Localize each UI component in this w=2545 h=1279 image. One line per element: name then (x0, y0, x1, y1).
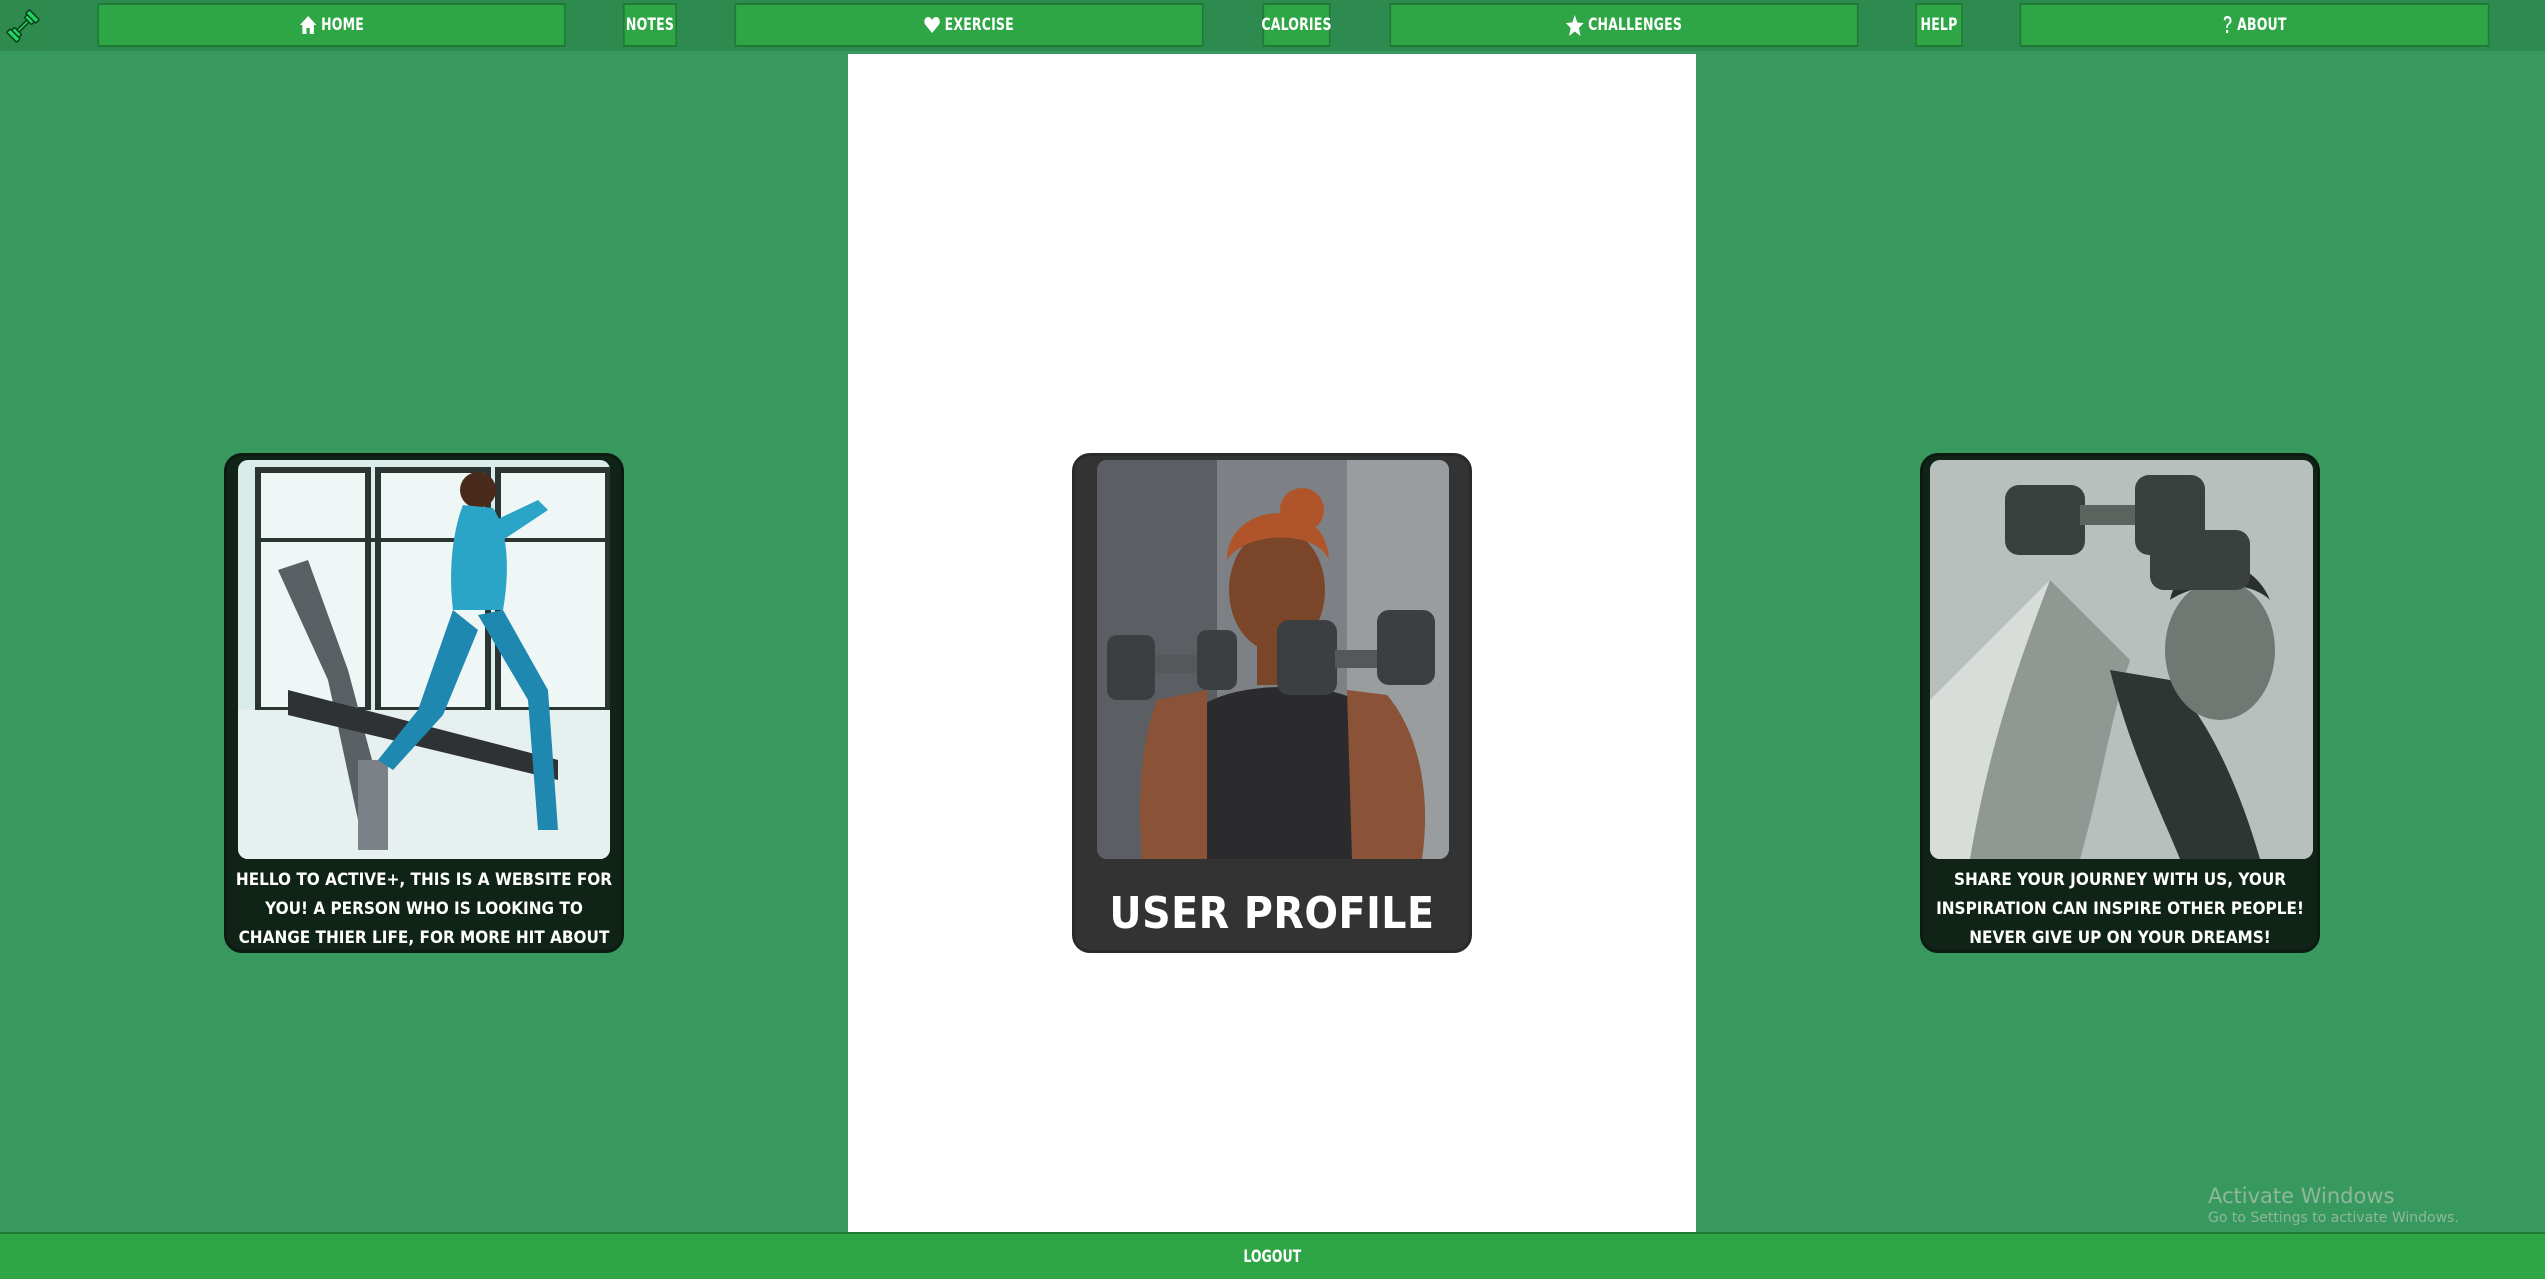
home-icon (299, 15, 317, 35)
inspiration-card[interactable]: SHARE YOUR JOURNEY WITH US, YOUR INSPIRA… (1920, 453, 2320, 953)
nav-challenges-button[interactable]: CHALLENGES (1389, 3, 1859, 47)
treadmill-runner-photo (238, 460, 610, 859)
nav-calories-button[interactable]: CALORIES (1261, 3, 1332, 47)
top-navigation-bar: HOME NOTES EXERCISE CALORIES CHALLENGES … (0, 0, 2545, 51)
nav-challenges-label: CHALLENGES (1588, 15, 1683, 35)
windows-activation-watermark: Activate Windows Go to Settings to activ… (2208, 1184, 2459, 1226)
nav-exercise-label: EXERCISE (944, 15, 1014, 35)
nav-help-button[interactable]: HELP (1915, 3, 1963, 47)
question-icon (2222, 15, 2233, 35)
logout-button[interactable]: LOGOUT (0, 1232, 2545, 1279)
welcome-caption: HELLO TO ACTIVE+, THIS IS A WEBSITE FOR … (235, 870, 613, 948)
dumbbell-press-photo (1097, 460, 1449, 859)
logo[interactable] (0, 0, 46, 51)
nav-calories-label: CALORIES (1261, 15, 1332, 35)
dumbbell-training-photo (1930, 460, 2313, 859)
user-profile-title: USER PROFILE (1109, 888, 1435, 939)
inspiration-caption: SHARE YOUR JOURNEY WITH US, YOUR INSPIRA… (1936, 870, 2304, 948)
watermark-line-1: Activate Windows (2208, 1184, 2395, 1208)
nav-about-button[interactable]: ABOUT (2019, 3, 2490, 47)
watermark-line-2: Go to Settings to activate Windows. (2208, 1210, 2459, 1226)
welcome-card[interactable]: HELLO TO ACTIVE+, THIS IS A WEBSITE FOR … (224, 453, 624, 953)
nav-home-button[interactable]: HOME (97, 3, 566, 47)
nav-notes-label: NOTES (625, 15, 675, 35)
star-icon (1565, 14, 1584, 36)
dumbbell-icon (6, 8, 40, 43)
nav-exercise-button[interactable]: EXERCISE (734, 3, 1204, 47)
nav-notes-button[interactable]: NOTES (622, 3, 678, 47)
user-profile-card[interactable]: USER PROFILE (1072, 453, 1472, 953)
nav-home-label: HOME (321, 15, 365, 35)
heart-icon (924, 16, 941, 34)
nav-help-label: HELP (1920, 15, 1958, 35)
logout-label: LOGOUT (1243, 1246, 1302, 1267)
nav-about-label: ABOUT (2237, 15, 2287, 35)
